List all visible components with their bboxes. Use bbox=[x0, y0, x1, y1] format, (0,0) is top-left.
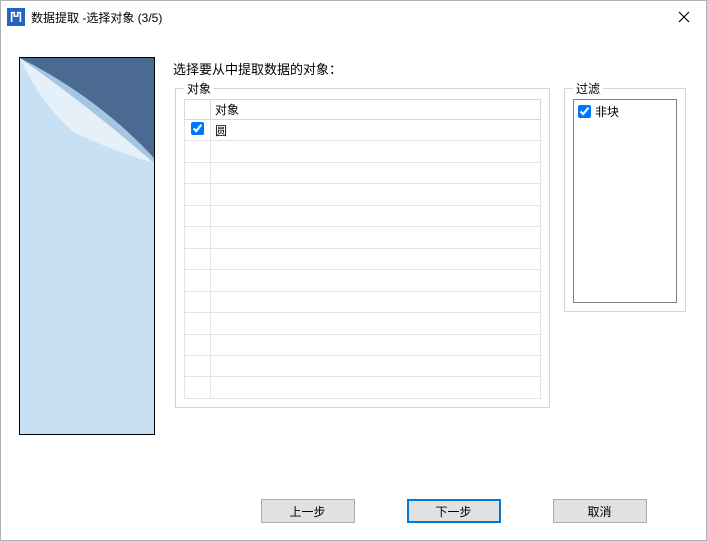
table-row bbox=[185, 184, 541, 205]
filter-list[interactable]: 非块 bbox=[573, 99, 677, 303]
table-row bbox=[185, 248, 541, 269]
objects-header-name: 对象 bbox=[211, 100, 541, 120]
table-row bbox=[185, 162, 541, 183]
objects-table[interactable]: 对象 圆 bbox=[184, 99, 541, 399]
cancel-button[interactable]: 取消 bbox=[553, 499, 647, 523]
close-icon bbox=[678, 11, 690, 23]
filter-groupbox: 过滤 非块 bbox=[564, 88, 686, 312]
group-row: 对象 对象 圆 过滤 非块 bbox=[173, 88, 688, 495]
back-button[interactable]: 上一步 bbox=[261, 499, 355, 523]
table-row bbox=[185, 377, 541, 399]
filter-item-label: 非块 bbox=[595, 103, 619, 120]
row-checkbox[interactable] bbox=[191, 122, 204, 135]
window-title: 数据提取 -选择对象 (3/5) bbox=[31, 9, 662, 26]
filter-checkbox[interactable] bbox=[578, 105, 591, 118]
filter-item[interactable]: 非块 bbox=[578, 102, 672, 120]
wizard-illustration bbox=[19, 57, 155, 435]
row-check-cell[interactable] bbox=[185, 120, 211, 141]
table-row bbox=[185, 334, 541, 355]
instruction-text: 选择要从中提取数据的对象： bbox=[173, 57, 688, 78]
objects-header-check bbox=[185, 100, 211, 120]
table-row bbox=[185, 313, 541, 334]
table-row bbox=[185, 205, 541, 226]
table-row bbox=[185, 227, 541, 248]
close-button[interactable] bbox=[662, 2, 706, 32]
app-icon bbox=[7, 8, 25, 26]
table-row[interactable]: 圆 bbox=[185, 120, 541, 141]
table-row bbox=[185, 141, 541, 162]
button-row: 上一步 下一步 取消 bbox=[0, 495, 707, 541]
table-row bbox=[185, 270, 541, 291]
filter-group-label: 过滤 bbox=[573, 80, 603, 97]
right-pane: 选择要从中提取数据的对象： 对象 对象 圆 过滤 非块 bbox=[155, 57, 688, 495]
row-name-cell: 圆 bbox=[211, 120, 541, 141]
next-button[interactable]: 下一步 bbox=[407, 499, 501, 523]
page-fold-graphic bbox=[20, 58, 154, 238]
titlebar: 数据提取 -选择对象 (3/5) bbox=[1, 1, 706, 33]
objects-group-label: 对象 bbox=[184, 80, 214, 97]
objects-groupbox: 对象 对象 圆 bbox=[175, 88, 550, 408]
content-area: 选择要从中提取数据的对象： 对象 对象 圆 过滤 非块 bbox=[1, 33, 706, 495]
table-row bbox=[185, 355, 541, 376]
table-row bbox=[185, 291, 541, 312]
